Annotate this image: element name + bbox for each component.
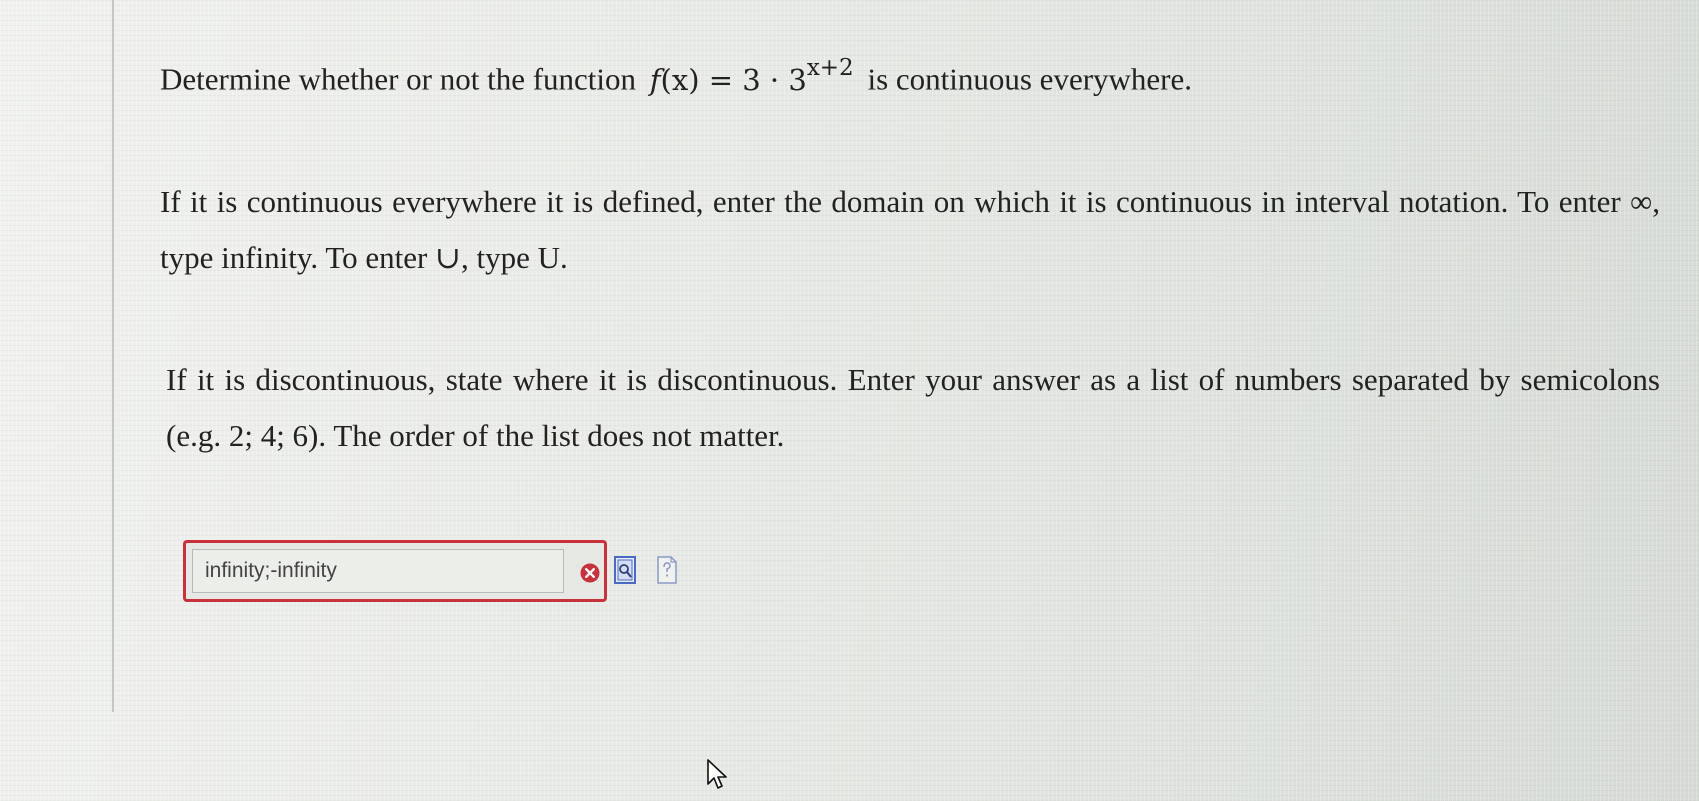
function-exponent: x+2	[806, 55, 854, 81]
answer-field-incorrect	[183, 540, 607, 602]
left-divider	[112, 0, 114, 712]
question-text: Determine whether or not the function f(…	[160, 50, 1192, 102]
answer-input[interactable]	[192, 549, 564, 593]
function-name: f	[649, 62, 661, 97]
function-expression: f(x) = 3 · 3x+2	[649, 55, 854, 97]
help-document-icon[interactable]	[656, 556, 678, 584]
continuous-instructions: If it is continuous everywhere it is def…	[160, 184, 1660, 275]
function-body: = 3 · 3	[699, 62, 807, 97]
x-circle-icon	[580, 563, 600, 583]
mouse-pointer-icon	[707, 759, 727, 789]
preview-document-icon[interactable]	[614, 556, 636, 584]
question-suffix: is continuous everywhere.	[867, 61, 1192, 97]
function-argument: (x)	[660, 62, 700, 97]
discontinuous-instructions: If it is discontinuous, state where it i…	[166, 362, 1660, 453]
question-prefix: Determine whether or not the function	[160, 61, 637, 97]
